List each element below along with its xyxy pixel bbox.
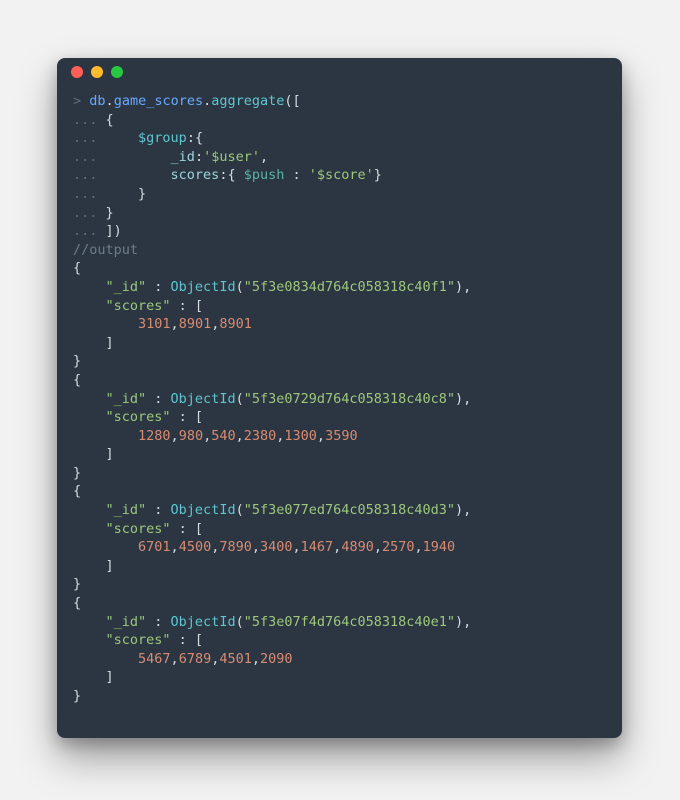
code-area: > db.game_scores.aggregate([ ... { ... $… [57,86,622,722]
minimize-icon[interactable] [91,66,103,78]
close-icon[interactable] [71,66,83,78]
terminal-window: > db.game_scores.aggregate([ ... { ... $… [57,58,622,738]
titlebar [57,58,622,86]
zoom-icon[interactable] [111,66,123,78]
